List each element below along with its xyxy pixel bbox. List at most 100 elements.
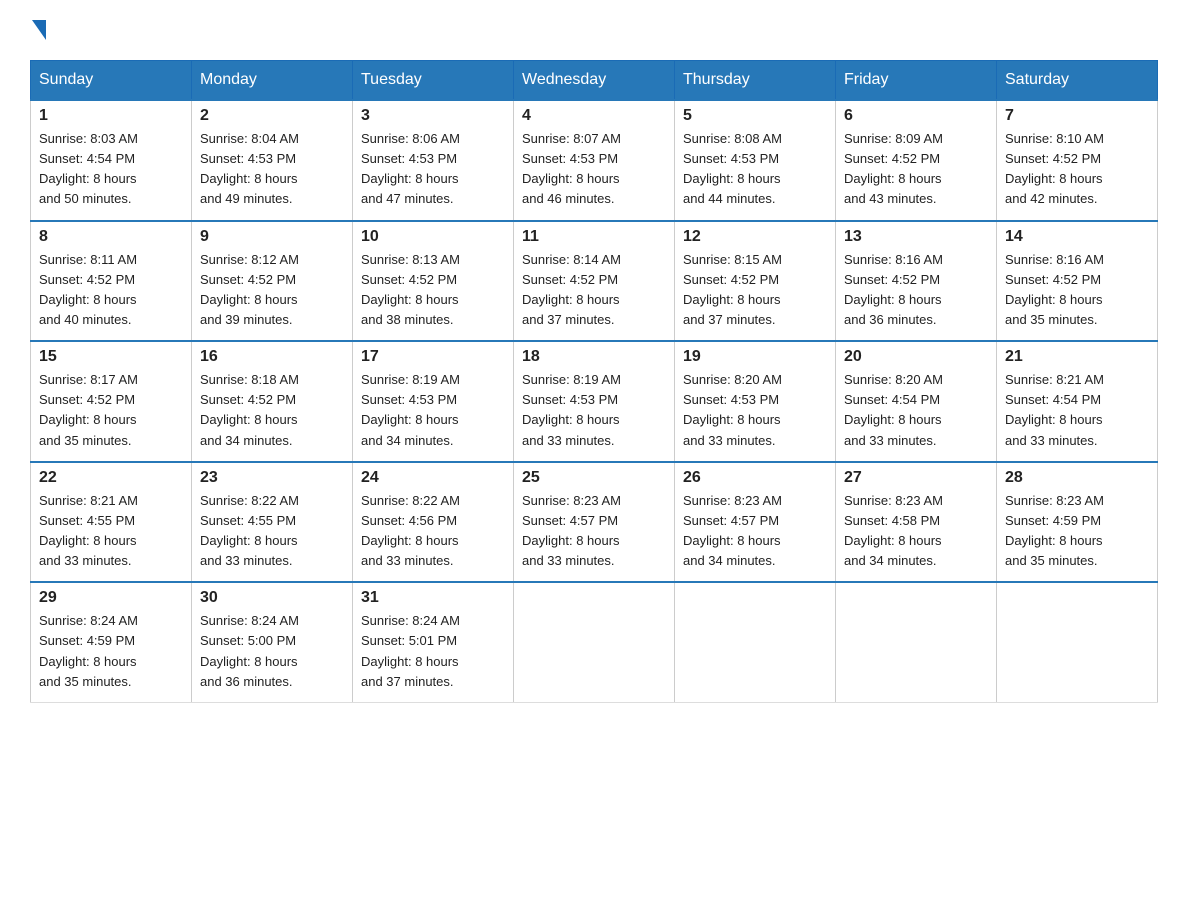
day-number: 27: [844, 469, 988, 487]
calendar-cell: 26 Sunrise: 8:23 AMSunset: 4:57 PMDayligh…: [675, 462, 836, 583]
calendar-cell: 18 Sunrise: 8:19 AMSunset: 4:53 PMDayligh…: [514, 341, 675, 462]
calendar-cell: 5 Sunrise: 8:08 AMSunset: 4:53 PMDaylight…: [675, 100, 836, 221]
day-info: Sunrise: 8:11 AMSunset: 4:52 PMDaylight:…: [39, 250, 183, 331]
day-number: 4: [522, 107, 666, 125]
calendar-cell: 15Sunrise: 8:17 AMSunset: 4:52 PMDayligh…: [31, 341, 192, 462]
calendar-cell: [514, 582, 675, 702]
col-header-thursday: Thursday: [675, 61, 836, 101]
day-info: Sunrise: 8:24 AMSunset: 4:59 PMDaylight:…: [39, 611, 183, 692]
calendar-cell: 2 Sunrise: 8:04 AMSunset: 4:53 PMDaylight…: [192, 100, 353, 221]
day-info: Sunrise: 8:24 AMSunset: 5:01 PMDaylight:…: [361, 611, 505, 692]
calendar-cell: 13Sunrise: 8:16 AMSunset: 4:52 PMDayligh…: [836, 221, 997, 342]
day-info: Sunrise: 8:23 AMSunset: 4:57 PMDaylight:…: [683, 491, 827, 572]
week-row-3: 15Sunrise: 8:17 AMSunset: 4:52 PMDayligh…: [31, 341, 1158, 462]
day-number: 16: [200, 348, 344, 366]
calendar-cell: 8 Sunrise: 8:11 AMSunset: 4:52 PMDaylight…: [31, 221, 192, 342]
calendar-cell: 7Sunrise: 8:10 AMSunset: 4:52 PMDaylight…: [997, 100, 1158, 221]
calendar-cell: 12 Sunrise: 8:15 AMSunset: 4:52 PMDayligh…: [675, 221, 836, 342]
day-info: Sunrise: 8:23 AMSunset: 4:58 PMDaylight:…: [844, 491, 988, 572]
day-info: Sunrise: 8:21 AMSunset: 4:54 PMDaylight:…: [1005, 370, 1149, 451]
col-header-tuesday: Tuesday: [353, 61, 514, 101]
day-number: 30: [200, 589, 344, 607]
day-number: 1: [39, 107, 183, 125]
page-header: [30, 20, 1158, 40]
day-number: 18: [522, 348, 666, 366]
day-info: Sunrise: 8:12 AMSunset: 4:52 PMDaylight:…: [200, 250, 344, 331]
day-number: 8: [39, 228, 183, 246]
day-number: 19: [683, 348, 827, 366]
day-info: Sunrise: 8:22 AMSunset: 4:55 PMDaylight:…: [200, 491, 344, 572]
calendar-cell: [997, 582, 1158, 702]
calendar-cell: 4 Sunrise: 8:07 AMSunset: 4:53 PMDaylight…: [514, 100, 675, 221]
calendar-cell: 21 Sunrise: 8:21 AMSunset: 4:54 PMDayligh…: [997, 341, 1158, 462]
calendar-cell: 27 Sunrise: 8:23 AMSunset: 4:58 PMDayligh…: [836, 462, 997, 583]
day-info: Sunrise: 8:09 AMSunset: 4:52 PMDaylight:…: [844, 129, 988, 210]
day-info: Sunrise: 8:06 AMSunset: 4:53 PMDaylight:…: [361, 129, 505, 210]
day-info: Sunrise: 8:19 AMSunset: 4:53 PMDaylight:…: [361, 370, 505, 451]
day-number: 9: [200, 228, 344, 246]
day-info: Sunrise: 8:24 AMSunset: 5:00 PMDaylight:…: [200, 611, 344, 692]
calendar-cell: 6 Sunrise: 8:09 AMSunset: 4:52 PMDaylight…: [836, 100, 997, 221]
day-info: Sunrise: 8:16 AMSunset: 4:52 PMDaylight:…: [1005, 250, 1149, 331]
day-number: 24: [361, 469, 505, 487]
day-info: Sunrise: 8:13 AMSunset: 4:52 PMDaylight:…: [361, 250, 505, 331]
day-info: Sunrise: 8:04 AMSunset: 4:53 PMDaylight:…: [200, 129, 344, 210]
day-number: 31: [361, 589, 505, 607]
day-info: Sunrise: 8:19 AMSunset: 4:53 PMDaylight:…: [522, 370, 666, 451]
calendar-cell: 17 Sunrise: 8:19 AMSunset: 4:53 PMDayligh…: [353, 341, 514, 462]
day-info: Sunrise: 8:22 AMSunset: 4:56 PMDaylight:…: [361, 491, 505, 572]
col-header-friday: Friday: [836, 61, 997, 101]
day-info: Sunrise: 8:08 AMSunset: 4:53 PMDaylight:…: [683, 129, 827, 210]
calendar-cell: 22 Sunrise: 8:21 AMSunset: 4:55 PMDayligh…: [31, 462, 192, 583]
day-number: 22: [39, 469, 183, 487]
day-info: Sunrise: 8:21 AMSunset: 4:55 PMDaylight:…: [39, 491, 183, 572]
day-info: Sunrise: 8:23 AMSunset: 4:59 PMDaylight:…: [1005, 491, 1149, 572]
day-number: 7: [1005, 107, 1149, 125]
calendar-cell: 14 Sunrise: 8:16 AMSunset: 4:52 PMDayligh…: [997, 221, 1158, 342]
calendar-cell: 19 Sunrise: 8:20 AMSunset: 4:53 PMDayligh…: [675, 341, 836, 462]
day-number: 28: [1005, 469, 1149, 487]
day-number: 10: [361, 228, 505, 246]
day-number: 21: [1005, 348, 1149, 366]
day-number: 26: [683, 469, 827, 487]
calendar-cell: 20 Sunrise: 8:20 AMSunset: 4:54 PMDayligh…: [836, 341, 997, 462]
calendar-cell: 24 Sunrise: 8:22 AMSunset: 4:56 PMDayligh…: [353, 462, 514, 583]
calendar-cell: 28 Sunrise: 8:23 AMSunset: 4:59 PMDayligh…: [997, 462, 1158, 583]
day-info: Sunrise: 8:17 AMSunset: 4:52 PMDaylight:…: [39, 370, 183, 451]
calendar-cell: [675, 582, 836, 702]
day-number: 14: [1005, 228, 1149, 246]
logo: [30, 20, 48, 40]
calendar-cell: 10 Sunrise: 8:13 AMSunset: 4:52 PMDayligh…: [353, 221, 514, 342]
day-number: 6: [844, 107, 988, 125]
day-number: 23: [200, 469, 344, 487]
day-number: 25: [522, 469, 666, 487]
day-number: 5: [683, 107, 827, 125]
day-number: 20: [844, 348, 988, 366]
calendar-cell: 11 Sunrise: 8:14 AMSunset: 4:52 PMDayligh…: [514, 221, 675, 342]
calendar-cell: 3 Sunrise: 8:06 AMSunset: 4:53 PMDaylight…: [353, 100, 514, 221]
col-header-sunday: Sunday: [31, 61, 192, 101]
day-number: 29: [39, 589, 183, 607]
day-info: Sunrise: 8:20 AMSunset: 4:53 PMDaylight:…: [683, 370, 827, 451]
calendar-cell: 23 Sunrise: 8:22 AMSunset: 4:55 PMDayligh…: [192, 462, 353, 583]
calendar-cell: 30 Sunrise: 8:24 AMSunset: 5:00 PMDayligh…: [192, 582, 353, 702]
col-header-monday: Monday: [192, 61, 353, 101]
day-number: 12: [683, 228, 827, 246]
week-row-4: 22 Sunrise: 8:21 AMSunset: 4:55 PMDayligh…: [31, 462, 1158, 583]
day-number: 3: [361, 107, 505, 125]
calendar-table: SundayMondayTuesdayWednesdayThursdayFrid…: [30, 60, 1158, 703]
day-info: Sunrise: 8:07 AMSunset: 4:53 PMDaylight:…: [522, 129, 666, 210]
day-info: Sunrise: 8:14 AMSunset: 4:52 PMDaylight:…: [522, 250, 666, 331]
week-row-5: 29 Sunrise: 8:24 AMSunset: 4:59 PMDayligh…: [31, 582, 1158, 702]
calendar-cell: 9 Sunrise: 8:12 AMSunset: 4:52 PMDaylight…: [192, 221, 353, 342]
calendar-cell: 29 Sunrise: 8:24 AMSunset: 4:59 PMDayligh…: [31, 582, 192, 702]
logo-triangle-icon: [32, 20, 46, 40]
day-number: 2: [200, 107, 344, 125]
day-info: Sunrise: 8:03 AMSunset: 4:54 PMDaylight:…: [39, 129, 183, 210]
week-row-1: 1 Sunrise: 8:03 AMSunset: 4:54 PMDaylight…: [31, 100, 1158, 221]
day-number: 17: [361, 348, 505, 366]
day-number: 11: [522, 228, 666, 246]
day-info: Sunrise: 8:20 AMSunset: 4:54 PMDaylight:…: [844, 370, 988, 451]
day-info: Sunrise: 8:15 AMSunset: 4:52 PMDaylight:…: [683, 250, 827, 331]
header-row: SundayMondayTuesdayWednesdayThursdayFrid…: [31, 61, 1158, 101]
